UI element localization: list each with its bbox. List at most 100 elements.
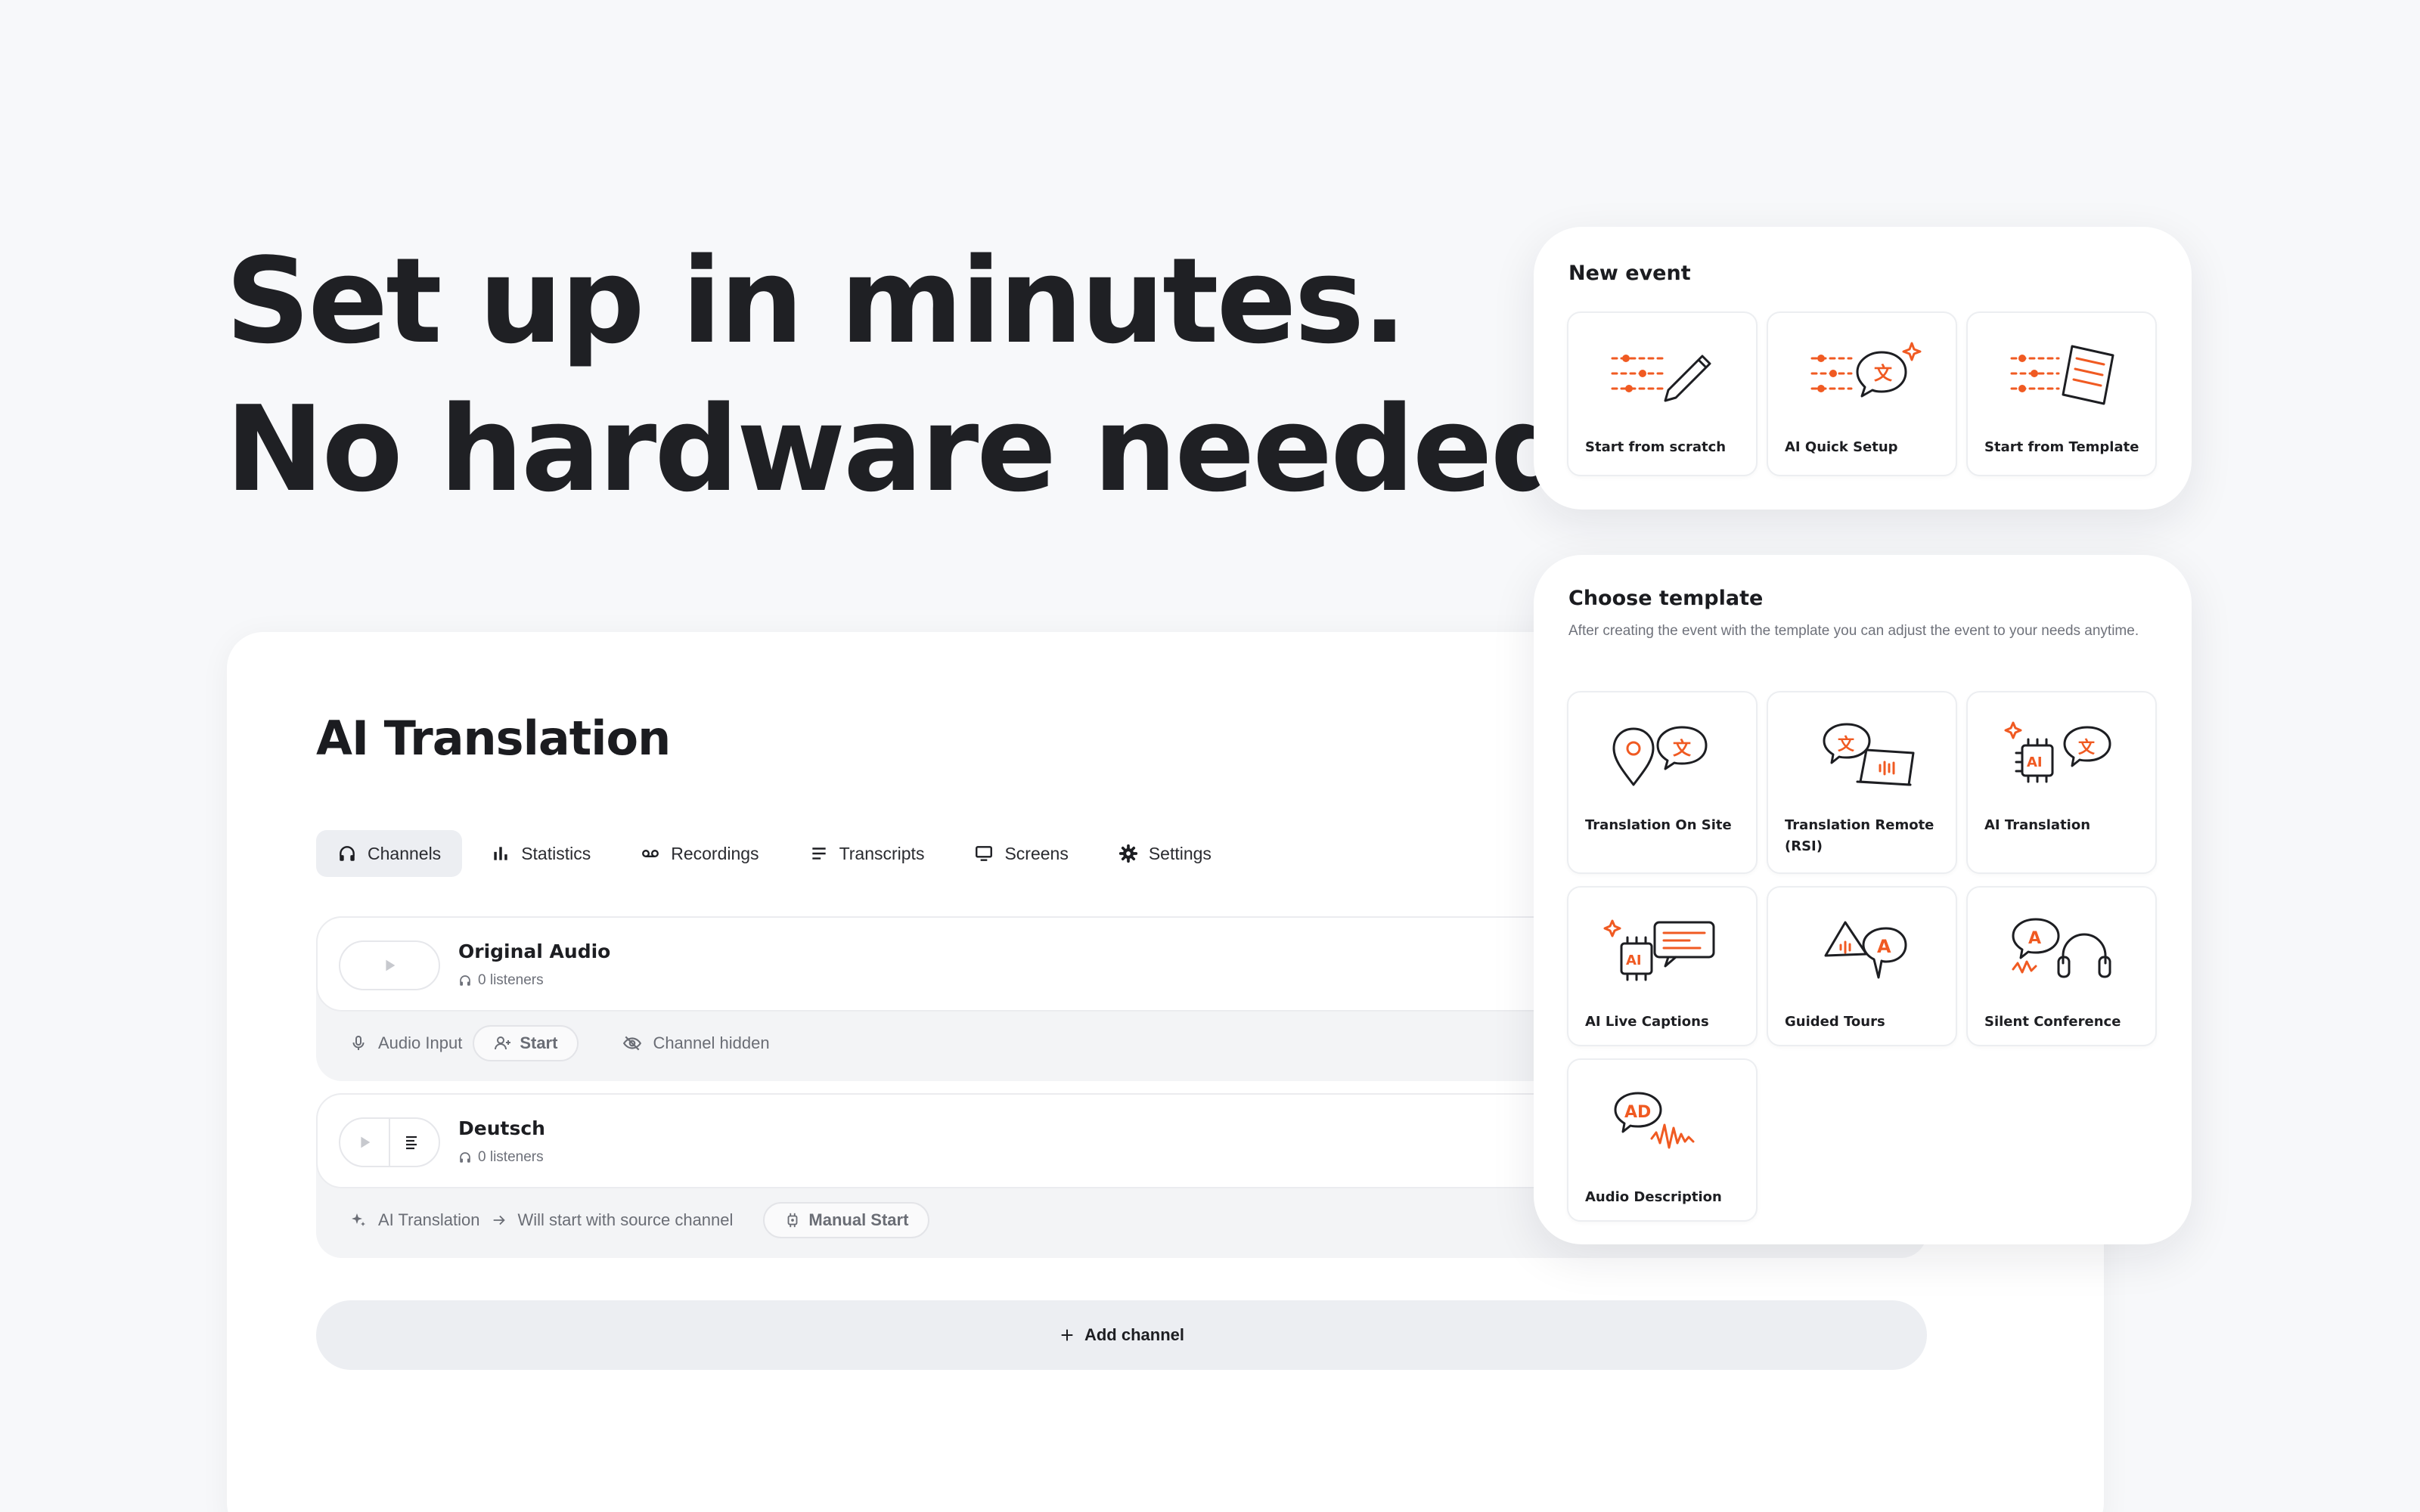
- svg-text:文: 文: [1874, 363, 1893, 384]
- template-label: Silent Conference: [1984, 1014, 2121, 1030]
- template-label: AI Live Captions: [1585, 1014, 1709, 1030]
- play-button[interactable]: [340, 942, 439, 989]
- gear-icon: [1118, 844, 1137, 863]
- sliders-document-icon: [2010, 345, 2114, 405]
- tab-statistics[interactable]: Statistics: [470, 830, 612, 877]
- template-label: AI Translation: [1984, 817, 2091, 833]
- template-ai-translation[interactable]: AI 文 AI Translation: [1966, 691, 2157, 874]
- template-subtitle: After creating the event with the templa…: [1568, 623, 2139, 639]
- tab-label: Transcripts: [839, 843, 925, 863]
- audio-input-label: Audio Input: [378, 1033, 463, 1052]
- template-label: Translation On Site: [1585, 817, 1732, 833]
- hero-line-2: No hardware needed.: [225, 380, 1617, 518]
- svg-text:AI: AI: [2027, 754, 2043, 770]
- microphone-icon: [352, 1036, 365, 1050]
- svg-text:AD: AD: [1624, 1103, 1651, 1122]
- start-button[interactable]: Start: [473, 1025, 579, 1061]
- new-event-title: New event: [1568, 262, 1691, 285]
- template-title: Choose template: [1568, 587, 1764, 610]
- svg-text:AI: AI: [1626, 953, 1642, 968]
- sparkle-icon: [352, 1213, 365, 1226]
- laptop-bubble-icon: 文: [1823, 723, 1915, 786]
- add-channel-label: Add channel: [1084, 1325, 1184, 1344]
- choose-template-card: Choose template After creating the event…: [1534, 555, 2192, 1244]
- play-icon: [361, 1136, 371, 1148]
- option-label: Start from Template: [1984, 439, 2139, 455]
- ad-waveform-icon: AD: [1614, 1092, 1695, 1149]
- tab-bar: Channels Statistics Recordings Transcrip…: [316, 830, 1233, 877]
- listener-count: 0 listeners: [458, 1149, 544, 1166]
- bar-chart-icon: [494, 847, 507, 860]
- svg-text:文: 文: [1838, 735, 1855, 754]
- play-button[interactable]: [340, 1119, 389, 1166]
- template-translation-on-site[interactable]: 文 Translation On Site: [1567, 691, 1758, 874]
- manual-start-label: Manual Start: [808, 1210, 909, 1229]
- template-label: Guided Tours: [1785, 1014, 1885, 1030]
- channel-footer: AI Translation Will start with source ch…: [349, 1202, 930, 1238]
- source-label: AI Translation: [378, 1210, 480, 1229]
- listener-count-label: 0 listeners: [478, 1149, 544, 1165]
- chip-bubble-icon: AI 文: [2004, 721, 2111, 783]
- source-note: Will start with source channel: [517, 1210, 734, 1229]
- tab-label: Settings: [1148, 843, 1212, 863]
- tab-label: Screens: [1004, 843, 1069, 863]
- play-icon: [386, 959, 396, 971]
- option-ai-quick-setup[interactable]: 文 AI Quick Setup: [1767, 311, 1957, 476]
- tab-transcripts[interactable]: Transcripts: [788, 830, 946, 877]
- channel-footer: Audio Input Start Channel hidden: [349, 1025, 770, 1061]
- option-start-from-template[interactable]: Start from Template: [1966, 311, 2157, 476]
- template-label: Translation Remote (RSI): [1785, 817, 1934, 854]
- listener-count: 0 listeners: [458, 972, 544, 989]
- option-label: Start from scratch: [1585, 439, 1727, 455]
- template-guided-tours[interactable]: A Guided Tours: [1767, 886, 1957, 1046]
- template-silent-conference[interactable]: A Silent Conference: [1966, 886, 2157, 1046]
- channel-name: Deutsch: [458, 1117, 545, 1139]
- template-ai-live-captions[interactable]: AI AI Live Captions: [1567, 886, 1758, 1046]
- start-label: Start: [520, 1033, 558, 1052]
- headset-bubble-icon: A: [2012, 918, 2111, 978]
- flag-bubble-icon: A: [1824, 921, 1907, 979]
- transcript-button[interactable]: [389, 1119, 433, 1166]
- template-label: Audio Description: [1585, 1189, 1722, 1205]
- svg-text:A: A: [1877, 936, 1891, 957]
- text-align-icon: [406, 1136, 417, 1150]
- visibility-label: Channel hidden: [653, 1033, 770, 1052]
- tab-recordings[interactable]: Recordings: [619, 830, 780, 877]
- lines-icon: [811, 847, 826, 860]
- hero-line-1: Set up in minutes.: [225, 232, 1407, 370]
- add-user-icon: [495, 1036, 511, 1050]
- voicemail-icon: [642, 850, 659, 857]
- location-bubble-icon: 文: [1612, 726, 1708, 786]
- sliders-ai-bubble-icon: 文: [1810, 342, 1922, 398]
- hero-headline: Set up in minutes. No hardware needed.: [225, 227, 1617, 523]
- svg-text:文: 文: [1673, 738, 1692, 759]
- page-title: AI Translation: [316, 711, 671, 766]
- manual-start-button[interactable]: Manual Start: [763, 1202, 930, 1238]
- option-start-from-scratch[interactable]: Start from scratch: [1567, 311, 1758, 476]
- template-audio-description[interactable]: AD Audio Description: [1567, 1058, 1758, 1222]
- tab-label: Recordings: [671, 843, 759, 863]
- tab-settings[interactable]: Settings: [1097, 830, 1233, 877]
- monitor-icon: [976, 846, 993, 861]
- channel-controls: [339, 1117, 440, 1167]
- add-channel-button[interactable]: Add channel: [316, 1300, 1927, 1370]
- option-label: AI Quick Setup: [1785, 439, 1898, 455]
- tab-label: Channels: [368, 843, 442, 863]
- template-translation-remote[interactable]: 文 Translation Remote (RSI): [1767, 691, 1957, 874]
- channel-controls: [339, 940, 440, 990]
- headphones-icon: [460, 1152, 470, 1163]
- sliders-pencil-icon: [1611, 355, 1711, 402]
- chip-icon: [787, 1213, 798, 1228]
- new-event-card: New event Start from scratch 文 AI Quick …: [1534, 227, 2192, 510]
- tab-label: Statistics: [521, 843, 591, 863]
- tab-screens[interactable]: Screens: [953, 830, 1089, 877]
- svg-text:文: 文: [2078, 738, 2096, 758]
- svg-text:A: A: [2028, 929, 2041, 948]
- eye-off-icon: [623, 1036, 642, 1051]
- tab-channels[interactable]: Channels: [316, 830, 463, 877]
- chip-captions-icon: AI: [1603, 919, 1715, 981]
- plus-icon: [1061, 1329, 1073, 1341]
- arrow-right-icon: [493, 1215, 505, 1225]
- headphones-icon: [460, 975, 470, 986]
- listener-count-label: 0 listeners: [478, 972, 544, 988]
